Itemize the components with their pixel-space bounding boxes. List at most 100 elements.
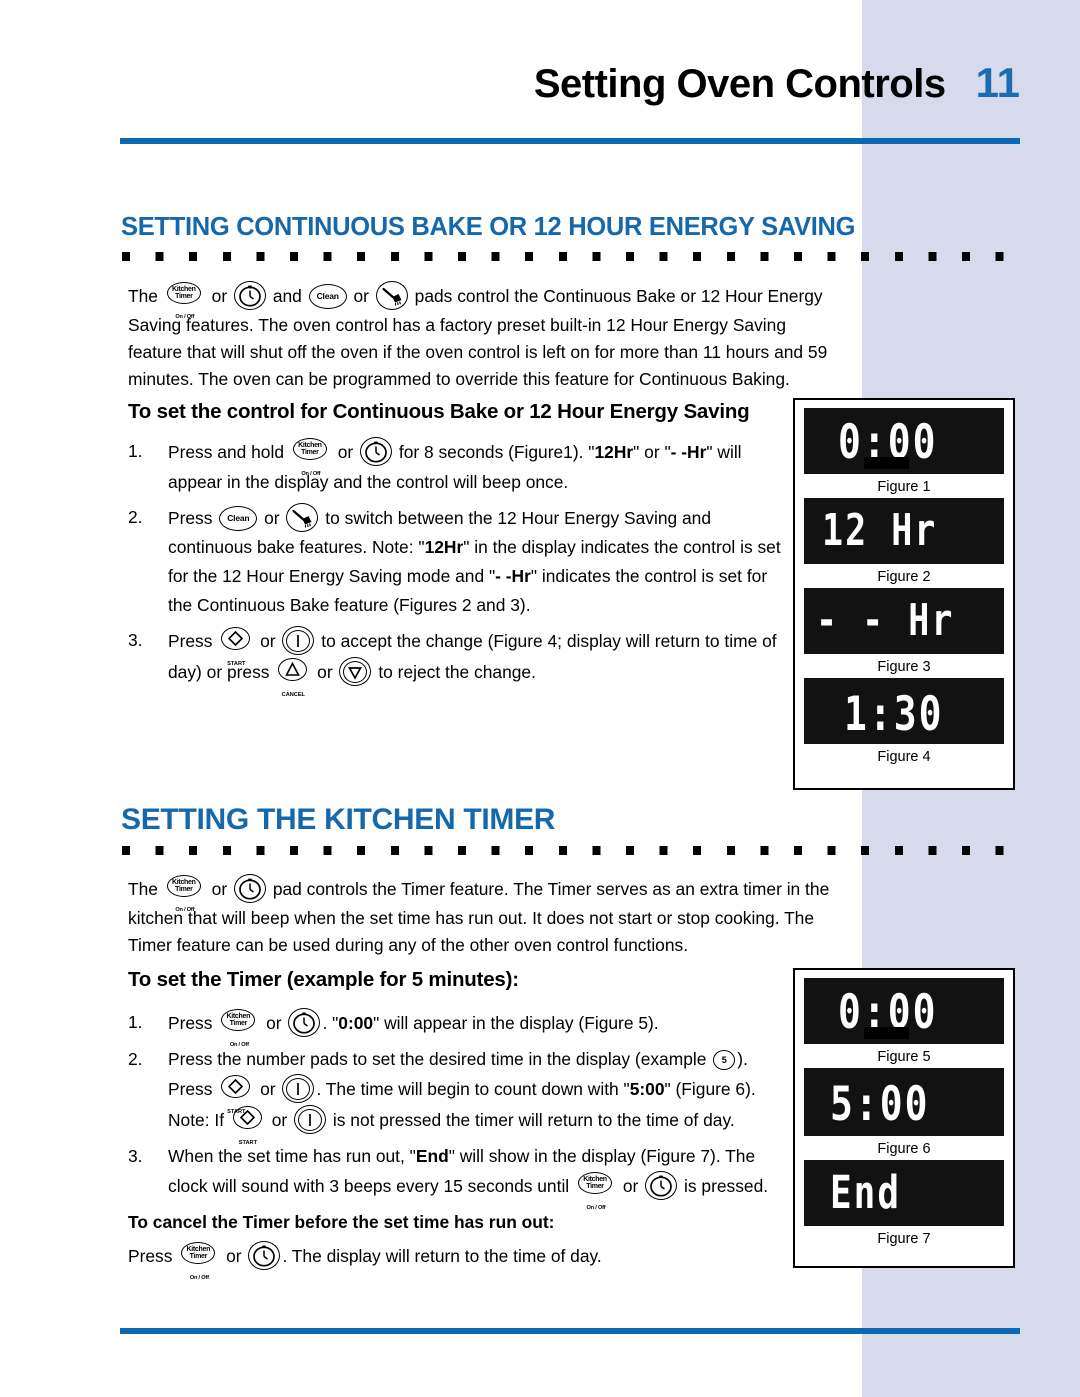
lcd-text: 5:00 bbox=[830, 1076, 930, 1131]
start-alt-pad-icon bbox=[282, 1074, 315, 1104]
kitchen-timer-pad-icon: Kitchen Timer On / Off bbox=[219, 1009, 259, 1048]
lcd-display: End bbox=[804, 1160, 1004, 1226]
step-text: Press bbox=[168, 508, 213, 528]
step-number: 1. bbox=[128, 441, 143, 461]
step-text: or bbox=[226, 1246, 242, 1266]
number-five-pad-icon: 5 bbox=[713, 1050, 736, 1070]
start-bar-icon bbox=[297, 1082, 300, 1095]
page-title: Setting Oven Controls bbox=[533, 62, 946, 106]
kitchen-timer-oval: Kitchen Timer bbox=[292, 438, 327, 460]
timer-clock-pad-icon bbox=[288, 1008, 321, 1038]
cancel-down-triangle-icon bbox=[348, 666, 363, 680]
clean-label: Clean bbox=[227, 513, 250, 523]
start-bar-icon bbox=[297, 634, 300, 647]
step-item: 2. Press the number pads to set the desi… bbox=[128, 1045, 788, 1146]
intro-text-a: The bbox=[128, 286, 158, 306]
cancel-alt-pad-icon bbox=[339, 657, 372, 687]
step-text: . " bbox=[322, 1013, 339, 1033]
kitchen-timer-line1: Kitchen bbox=[298, 441, 322, 449]
figure-2: 12 Hr Figure 2 bbox=[804, 498, 1004, 588]
kitchen-timer-line2: Timer bbox=[229, 1020, 248, 1027]
start-diamond-icon bbox=[228, 630, 244, 647]
kitchen-timer-line2: Timer bbox=[175, 293, 193, 300]
kitchen-timer-oval: Kitchen Timer bbox=[578, 1172, 613, 1194]
step-item: 3. When the set time has run out, "End" … bbox=[128, 1142, 788, 1211]
display-value-500: 5:00 bbox=[629, 1079, 665, 1099]
intro-text-a: The bbox=[128, 879, 158, 899]
lcd-text: 12 Hr bbox=[822, 506, 938, 556]
figure-5: 0:00 Figure 5 bbox=[804, 970, 1004, 1068]
step-text: or bbox=[622, 1176, 639, 1196]
step-line: Note: If START or is not pressed the tim… bbox=[168, 1105, 788, 1146]
figure-7: End Figure 7 bbox=[804, 1160, 1004, 1250]
start-pad-icon: START bbox=[231, 1106, 265, 1146]
timer-clock-glyph bbox=[239, 285, 261, 307]
kitchen-timer-pad-icon: Kitchen Timer On / Off bbox=[179, 1242, 219, 1281]
step-text: or bbox=[260, 1079, 276, 1099]
lcd-display: - - Hr bbox=[804, 588, 1004, 654]
section-divider-squares bbox=[122, 252, 1022, 261]
figure-panel-continuous-bake: 0:00 Figure 1 12 Hr Figure 2 - - Hr Figu… bbox=[793, 398, 1015, 790]
display-value-000: 0:00 bbox=[338, 1013, 374, 1033]
figure-3: - - Hr Figure 3 bbox=[804, 588, 1004, 678]
timer-clock-glyph bbox=[650, 1175, 673, 1197]
kitchen-timer-line2: Timer bbox=[586, 1183, 604, 1190]
clean-pad-icon: Clean bbox=[308, 284, 347, 310]
lcd-text: End bbox=[830, 1168, 902, 1220]
subheading-set-timer: To set the Timer (example for 5 minutes)… bbox=[128, 968, 519, 991]
step-text: " or " bbox=[633, 442, 671, 462]
step-text: or bbox=[271, 1110, 288, 1130]
subheading-set-continuous-bake: To set the control for Continuous Bake o… bbox=[128, 400, 750, 423]
step-number: 2. bbox=[128, 507, 143, 527]
step-text: . The display will return to the time of… bbox=[282, 1246, 602, 1266]
lcd-display: 1:30 bbox=[804, 678, 1004, 744]
step-text: Press bbox=[128, 1246, 173, 1266]
lcd-indicator-block bbox=[864, 457, 909, 469]
step-text: or bbox=[264, 508, 280, 528]
step-item: 1. Press and hold Kitchen Timer On / Off… bbox=[128, 437, 788, 497]
figure-caption: Figure 7 bbox=[877, 1231, 931, 1247]
timer-clock-pad-icon bbox=[248, 1241, 281, 1271]
figure-1: 0:00 Figure 1 bbox=[804, 400, 1004, 498]
step-number: 3. bbox=[128, 630, 143, 650]
step-text: " (Figure 6). bbox=[664, 1079, 756, 1099]
page-header: Setting Oven Controls 11 bbox=[0, 59, 1020, 106]
step-text: or bbox=[266, 1013, 282, 1033]
kitchen-timer-pad-icon: Kitchen Timer On / Off bbox=[165, 875, 205, 913]
step-line: Press START or . The time will begin to … bbox=[168, 1074, 788, 1115]
display-value-dash-hr: - -Hr bbox=[670, 442, 707, 462]
kitchen-timer-oval: Kitchen Timer bbox=[166, 875, 201, 897]
kitchen-timer-line1: Kitchen bbox=[583, 1175, 607, 1183]
step-text: Press bbox=[168, 631, 213, 651]
cancel-pad-icon: CANCEL bbox=[276, 658, 310, 698]
intro-text-d: or bbox=[353, 286, 369, 306]
timer-clock-glyph bbox=[253, 1245, 276, 1267]
timer-clock-pad-icon bbox=[233, 874, 266, 904]
intro-text-e: pads control the Continuous Bake or 12 H… bbox=[128, 286, 828, 389]
step-text: for 8 seconds (Figure1). " bbox=[398, 442, 595, 462]
step-line: Press the number pads to set the desired… bbox=[168, 1045, 788, 1074]
step-text: or bbox=[260, 631, 276, 651]
start-diamond-icon bbox=[239, 1109, 256, 1126]
timer-clock-pad-icon bbox=[233, 281, 266, 311]
intro-text-b: or bbox=[211, 286, 228, 306]
figure-caption: Figure 4 bbox=[877, 749, 931, 765]
cancel-triangle-icon bbox=[285, 661, 301, 676]
kitchen-timer-line1: Kitchen bbox=[172, 285, 196, 293]
timer-clock-pad-icon bbox=[645, 1171, 678, 1201]
timer-clock-glyph bbox=[365, 441, 387, 463]
kitchen-timer-onoff-label: On / Off bbox=[175, 907, 195, 913]
page-number: 11 bbox=[975, 59, 1020, 106]
cancel-caption: CANCEL bbox=[281, 692, 305, 698]
intro-text-c: and bbox=[272, 286, 302, 306]
timer-clock-pad-icon bbox=[360, 437, 393, 467]
section-heading-continuous-bake: SETTING CONTINUOUS BAKE OR 12 HOUR ENERG… bbox=[121, 213, 856, 241]
timer-clock-glyph bbox=[239, 878, 261, 900]
kitchen-timer-pad-icon: Kitchen Timer On / Off bbox=[165, 282, 205, 320]
step-text: " will appear in the display (Figure 5). bbox=[373, 1013, 659, 1033]
section1-intro-paragraph: The Kitchen Timer On / Off or and Clean bbox=[128, 281, 838, 393]
lcd-text: - - Hr bbox=[816, 596, 955, 646]
cancel-note-heading: To cancel the Timer before the set time … bbox=[128, 1212, 555, 1232]
step-number: 3. bbox=[128, 1146, 143, 1166]
display-value-12hr: 12Hr bbox=[424, 537, 464, 557]
